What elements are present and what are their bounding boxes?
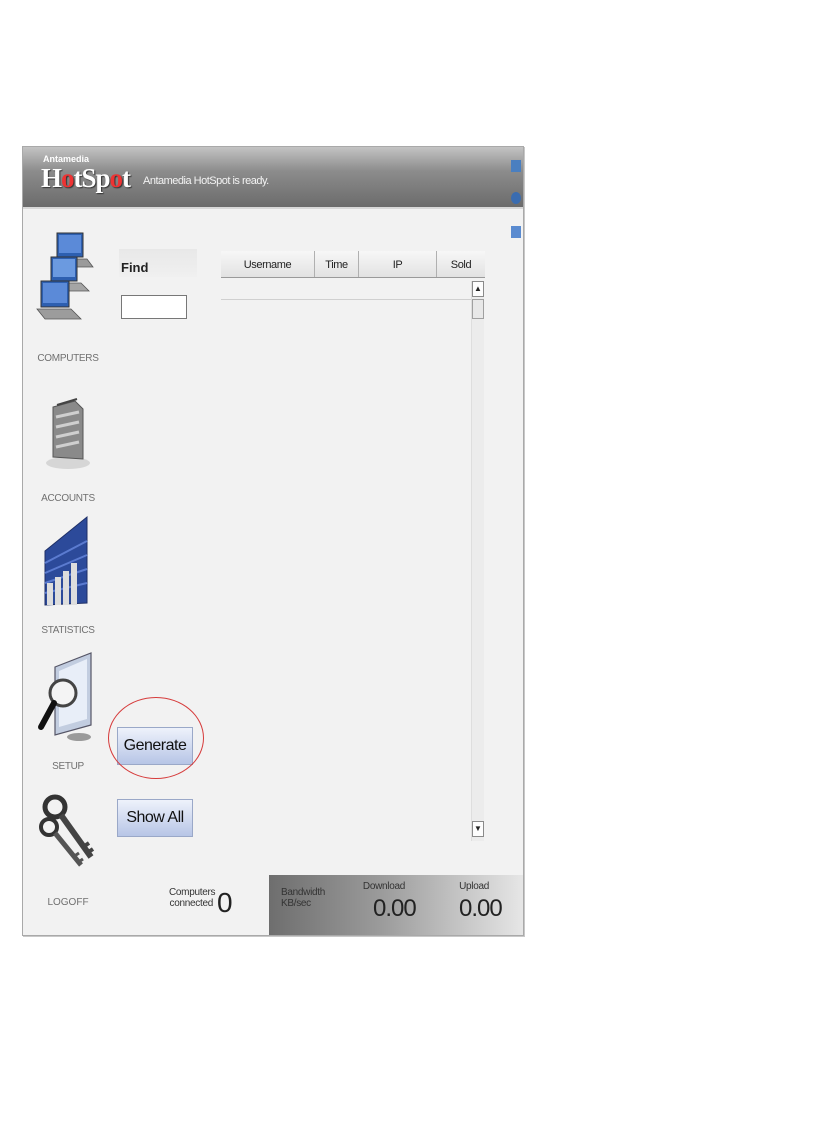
accounts-icon xyxy=(46,398,90,469)
nav-accounts[interactable]: ACCOUNTS xyxy=(23,387,113,509)
hotspot-window: Antamedia HotSpot Antamedia HotSpot is r… xyxy=(22,146,524,936)
app-header: Antamedia HotSpot Antamedia HotSpot is r… xyxy=(23,147,523,207)
computers-connected-label: Computers connected xyxy=(169,887,216,909)
find-label: Find xyxy=(119,249,197,277)
scroll-thumb[interactable] xyxy=(472,299,484,319)
status-footer: LOGOFF Computers connected 0 Bandwidth KB/… xyxy=(23,875,523,935)
upload-value: 0.00 xyxy=(459,895,503,922)
table-header: Username Time IP Sold xyxy=(221,251,485,278)
generate-button[interactable]: Generate xyxy=(117,727,193,765)
nav-logoff[interactable] xyxy=(23,785,113,875)
column-username[interactable]: Username xyxy=(221,251,315,277)
nav-accounts-label: ACCOUNTS xyxy=(41,493,95,504)
header-divider xyxy=(23,207,523,209)
nav-setup[interactable]: SETUP xyxy=(23,649,113,772)
column-sold[interactable]: Sold xyxy=(437,251,485,277)
scroll-up-button[interactable]: ▲ xyxy=(472,281,484,297)
upload-label: Upload xyxy=(459,881,489,892)
nav-statistics[interactable]: STATISTICS xyxy=(23,511,113,636)
status-text: Antamedia HotSpot is ready. xyxy=(143,175,269,187)
scroll-down-button[interactable]: ▼ xyxy=(472,821,484,837)
nav-computers-label: COMPUTERS xyxy=(37,353,99,364)
bandwidth-label: Bandwidth KB/sec xyxy=(281,887,325,909)
computers-connected-value: 0 xyxy=(217,887,233,918)
table-row-divider xyxy=(221,299,471,300)
accounts-table: Username Time IP Sold ▲ ▼ xyxy=(221,251,485,841)
side-globe-icon[interactable] xyxy=(511,192,521,204)
column-ip[interactable]: IP xyxy=(359,251,437,277)
download-label: Download xyxy=(362,881,405,892)
setup-icon xyxy=(38,652,92,741)
show-all-button[interactable]: Show All xyxy=(117,799,193,837)
nav-statistics-label: STATISTICS xyxy=(41,625,95,636)
side-app-icon[interactable] xyxy=(511,160,521,172)
computers-icon xyxy=(36,232,94,320)
find-input[interactable] xyxy=(121,295,187,319)
nav-computers[interactable]: COMPUTERS xyxy=(23,227,113,372)
nav-setup-label: SETUP xyxy=(52,761,84,772)
side-window-icon[interactable] xyxy=(511,226,521,238)
column-time[interactable]: Time xyxy=(315,251,359,277)
statistics-icon xyxy=(44,515,88,606)
keys-icon xyxy=(39,794,95,867)
table-scrollbar[interactable]: ▲ ▼ xyxy=(471,281,484,841)
brand-logo: HotSpot xyxy=(41,163,131,193)
nav-logoff-label: LOGOFF xyxy=(47,897,89,908)
download-value: 0.00 xyxy=(373,895,417,922)
